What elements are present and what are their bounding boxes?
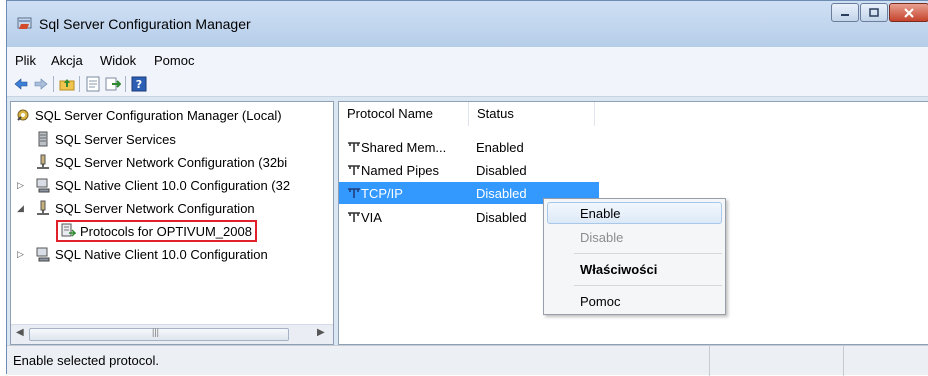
column-header-label: Protocol Name: [347, 106, 433, 121]
protocol-icon: [348, 142, 360, 152]
tree-item-label: SQL Server Services: [55, 131, 176, 147]
tree-item-label: SQL Server Network Configuration (32bi: [55, 154, 288, 170]
protocol-name: VIA: [361, 210, 382, 225]
minimize-icon: [841, 13, 849, 16]
tree-item-label: SQL Native Client 10.0 Configuration: [55, 246, 268, 262]
menu-pomoc[interactable]: Pomoc: [154, 53, 194, 68]
window-title: Sql Server Configuration Manager: [39, 16, 251, 32]
tree-item-sql-server-services[interactable]: SQL Server Services: [35, 129, 176, 149]
window-controls: [830, 3, 928, 23]
tree-root-label: SQL Server Configuration Manager (Local): [35, 107, 282, 123]
toolbar-separator: [79, 76, 80, 92]
protocol-name: Shared Mem...: [361, 140, 447, 155]
context-separator: [574, 253, 722, 254]
horizontal-scrollbar[interactable]: ◀ ||| ▶: [11, 324, 333, 344]
menu-widok[interactable]: Widok: [100, 53, 136, 68]
context-item-disable[interactable]: Disable: [580, 230, 623, 245]
tree-item-network-config-32bit[interactable]: SQL Server Network Configuration (32bi: [35, 152, 287, 172]
scroll-right-icon[interactable]: ▶: [317, 327, 325, 338]
tree-item-label: SQL Server Network Configuration: [55, 200, 255, 216]
protocol-status: Enabled: [476, 140, 524, 155]
context-item-help[interactable]: Pomoc: [580, 294, 620, 309]
protocol-status: Disabled: [476, 210, 527, 225]
maximize-button[interactable]: [860, 3, 888, 22]
protocol-name: Named Pipes: [361, 163, 440, 178]
network-icon: [37, 154, 49, 169]
svg-text:?: ?: [136, 78, 142, 91]
column-header-status[interactable]: Status: [469, 102, 595, 126]
column-header-protocol-name[interactable]: Protocol Name: [339, 102, 469, 126]
up-folder-icon[interactable]: [59, 76, 75, 92]
protocol-icon: [348, 188, 360, 198]
scroll-left-icon[interactable]: ◀: [16, 327, 24, 338]
menu-akcja[interactable]: Akcja: [51, 53, 83, 68]
tree-item-network-config[interactable]: SQL Server Network Configuration: [35, 198, 255, 218]
properties-icon[interactable]: [85, 76, 101, 92]
tree-root[interactable]: SQL Server Configuration Manager (Local): [15, 105, 282, 125]
expand-triangle-icon[interactable]: ▷: [17, 249, 24, 260]
protocol-icon: [348, 165, 360, 175]
title-bar[interactable]: Sql Server Configuration Manager: [7, 1, 928, 47]
gear-tools-icon: [17, 109, 29, 121]
help-icon[interactable]: ?: [131, 76, 147, 92]
tree-pane: SQL Server Configuration Manager (Local)…: [10, 101, 334, 345]
back-icon[interactable]: [13, 76, 29, 92]
status-bar: Enable selected protocol.: [7, 345, 928, 376]
menu-plik[interactable]: Plik: [15, 53, 36, 68]
toolbar-separator: [53, 76, 54, 92]
menu-bar: Plik Akcja Widok Pomoc: [7, 47, 928, 71]
close-button[interactable]: [889, 3, 928, 22]
network-icon: [37, 200, 49, 215]
forward-icon[interactable]: [33, 76, 49, 92]
context-item-enable[interactable]: Enable: [580, 206, 620, 221]
list-row[interactable]: Shared Mem... Enabled: [339, 136, 599, 158]
list-row[interactable]: Named Pipes Disabled: [339, 159, 599, 181]
client-computer-icon: [36, 247, 50, 262]
minimize-button[interactable]: [831, 3, 859, 22]
status-divider: [709, 346, 710, 376]
toolbar-separator: [125, 76, 126, 92]
status-divider: [843, 346, 844, 376]
grip-icon: |||: [152, 327, 160, 337]
context-menu: Enable Disable Właściwości Pomoc: [543, 198, 726, 315]
export-icon[interactable]: [105, 76, 121, 92]
tree-item-native-client-32bit[interactable]: SQL Native Client 10.0 Configuration (32: [35, 175, 290, 195]
protocol-status: Disabled: [476, 186, 527, 201]
expand-triangle-icon[interactable]: ▷: [17, 180, 24, 191]
context-item-properties[interactable]: Właściwości: [580, 262, 657, 277]
tree-item-label: SQL Native Client 10.0 Configuration (32: [55, 177, 291, 193]
protocol-status: Disabled: [476, 163, 527, 178]
context-separator: [574, 285, 722, 286]
maximize-icon: [869, 8, 879, 17]
client-computer-icon: [36, 178, 50, 193]
protocol-name: TCP/IP: [361, 186, 403, 201]
protocol-icon: [348, 212, 360, 222]
close-icon: [904, 7, 914, 18]
tree-item-label: Protocols for OPTIVUM_2008: [80, 223, 252, 239]
tree-item-protocols-optivum[interactable]: Protocols for OPTIVUM_2008: [56, 220, 257, 242]
column-header-label: Status: [477, 106, 514, 121]
collapse-triangle-icon[interactable]: ◢: [17, 203, 24, 214]
protocols-icon: [61, 223, 76, 237]
status-text: Enable selected protocol.: [13, 353, 159, 368]
app-icon: [17, 17, 32, 29]
scrollbar-thumb[interactable]: |||: [29, 327, 289, 341]
app-window: Sql Server Configuration Manager Plik Ak…: [6, 0, 928, 376]
server-icon: [38, 131, 48, 147]
context-menu-hover-highlight: [547, 202, 722, 224]
toolbar: ?: [7, 71, 928, 97]
tree-item-native-client[interactable]: SQL Native Client 10.0 Configuration: [35, 244, 268, 264]
